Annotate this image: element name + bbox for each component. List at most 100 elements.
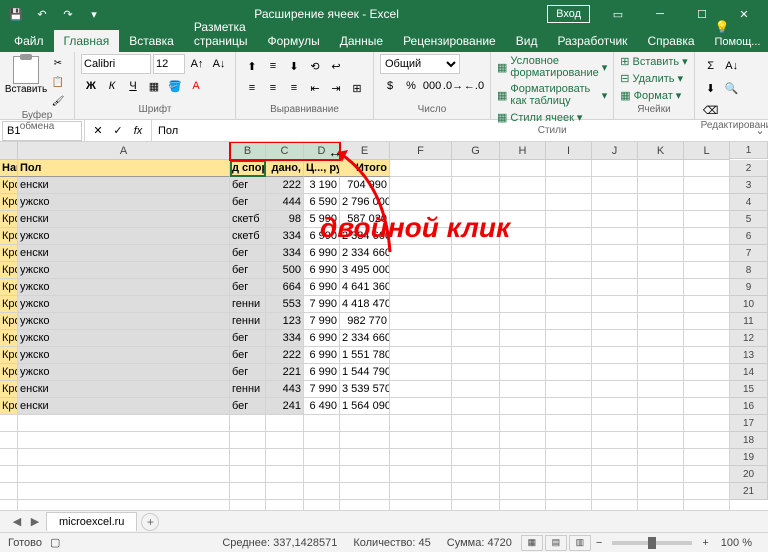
cell-empty[interactable] [638,262,684,279]
cell-empty[interactable] [500,483,546,500]
cell-B14[interactable]: енски [18,381,230,398]
cell-E6[interactable]: 6 990 [304,245,340,262]
zoom-slider[interactable] [612,541,692,545]
paste-button[interactable]: Вставить [6,54,46,95]
cell-empty[interactable] [684,211,730,228]
autosum-button[interactable]: Σ [701,56,721,76]
cell-empty[interactable] [304,483,340,500]
cell-F11[interactable]: 2 334 660 [340,330,390,347]
cell-B11[interactable]: ужско [18,330,230,347]
cell-empty[interactable] [684,466,730,483]
row-header-10[interactable]: 10 [730,296,768,313]
cell-empty[interactable] [266,500,304,510]
cell-empty[interactable] [546,313,592,330]
cell-empty[interactable] [684,432,730,449]
page-layout-view-button[interactable]: ▤ [545,535,567,551]
cell-E1[interactable]: Ц..., руб. [304,160,340,177]
cell-empty[interactable] [390,296,452,313]
cell-A4[interactable]: Кроссовки для баскетбола, размер 39 [0,211,18,228]
cell-empty[interactable] [592,364,638,381]
cell-empty[interactable] [684,194,730,211]
cell-E5[interactable]: 6 990 [304,228,340,245]
row-header-8[interactable]: 8 [730,262,768,279]
cell-empty[interactable] [390,160,452,177]
cell-F4[interactable]: 587 020 [340,211,390,228]
cell-empty[interactable] [592,211,638,228]
cell-empty[interactable] [546,500,592,510]
cell-empty[interactable] [546,381,592,398]
cell-D1[interactable]: дано, [266,160,304,177]
clear-button[interactable]: ⌫ [701,100,721,120]
cell-E9[interactable]: 7 990 [304,296,340,313]
prev-sheet-button[interactable]: ◀ [10,515,24,529]
cell-F9[interactable]: 4 418 470 [340,296,390,313]
cell-empty[interactable] [546,330,592,347]
cell-empty[interactable] [638,381,684,398]
cell-empty[interactable] [592,279,638,296]
zoom-level[interactable]: 100 % [713,537,760,549]
cell-empty[interactable] [500,432,546,449]
cell-empty[interactable] [546,347,592,364]
cell-empty[interactable] [684,415,730,432]
cell-A6[interactable]: Кроссовки беговые, размер 40 [0,245,18,262]
cell-empty[interactable] [452,500,500,510]
cell-D9[interactable]: 553 [266,296,304,313]
cell-C14[interactable]: генни [230,381,266,398]
border-button[interactable]: ▦ [144,76,164,96]
cell-empty[interactable] [390,381,452,398]
cell-empty[interactable] [18,415,230,432]
cell-empty[interactable] [546,466,592,483]
cell-empty[interactable] [0,449,18,466]
cell-empty[interactable] [390,211,452,228]
cell-empty[interactable] [500,381,546,398]
cell-C12[interactable]: бег [230,347,266,364]
font-name-select[interactable] [81,54,151,74]
row-header-4[interactable]: 4 [730,194,768,211]
cell-empty[interactable] [638,313,684,330]
cell-empty[interactable] [500,279,546,296]
cell-empty[interactable] [500,364,546,381]
cell-B7[interactable]: ужско [18,262,230,279]
cell-D11[interactable]: 334 [266,330,304,347]
cell-D10[interactable]: 123 [266,313,304,330]
align-left-button[interactable]: ≡ [242,78,262,98]
delete-cells-button[interactable]: ⊟ Удалить▾ [620,71,687,86]
cell-empty[interactable] [684,500,730,510]
cell-empty[interactable] [18,449,230,466]
cell-empty[interactable] [390,466,452,483]
cell-empty[interactable] [684,245,730,262]
row-header-3[interactable]: 3 [730,177,768,194]
format-cells-button[interactable]: ▦ Формат▾ [620,88,687,103]
col-header-I[interactable]: I [546,142,592,160]
add-sheet-button[interactable]: + [141,513,159,531]
cell-empty[interactable] [230,415,266,432]
cell-empty[interactable] [230,432,266,449]
cell-C7[interactable]: бег [230,262,266,279]
col-header-E[interactable]: E [340,142,390,160]
cell-E12[interactable]: 6 990 [304,347,340,364]
cell-A13[interactable]: Кроссовки беговые, размер 45 [0,364,18,381]
tab-formulas[interactable]: Формулы [257,30,329,52]
cell-B8[interactable]: ужско [18,279,230,296]
cell-empty[interactable] [452,262,500,279]
minimize-button[interactable]: ─ [640,0,680,28]
cell-empty[interactable] [684,398,730,415]
cell-B4[interactable]: енски [18,211,230,228]
cell-empty[interactable] [390,415,452,432]
cell-empty[interactable] [500,500,546,510]
cell-F10[interactable]: 982 770 [340,313,390,330]
cell-F15[interactable]: 1 564 090 [340,398,390,415]
cell-empty[interactable] [266,415,304,432]
cell-B1[interactable]: Пол [18,160,230,177]
formula-input[interactable] [152,121,752,141]
zoom-out-button[interactable]: − [592,537,606,549]
row-header-1[interactable]: 1 [730,142,768,159]
cut-button[interactable]: ✂ [48,54,68,72]
cell-empty[interactable] [452,449,500,466]
cell-empty[interactable] [592,466,638,483]
cell-empty[interactable] [500,313,546,330]
cell-empty[interactable] [452,330,500,347]
spreadsheet-grid[interactable]: ABCDEFGHIJKL1НаименованиеПолд спордано,Ц… [0,142,768,510]
percent-button[interactable]: % [401,76,421,96]
login-button[interactable]: Вход [547,5,590,23]
